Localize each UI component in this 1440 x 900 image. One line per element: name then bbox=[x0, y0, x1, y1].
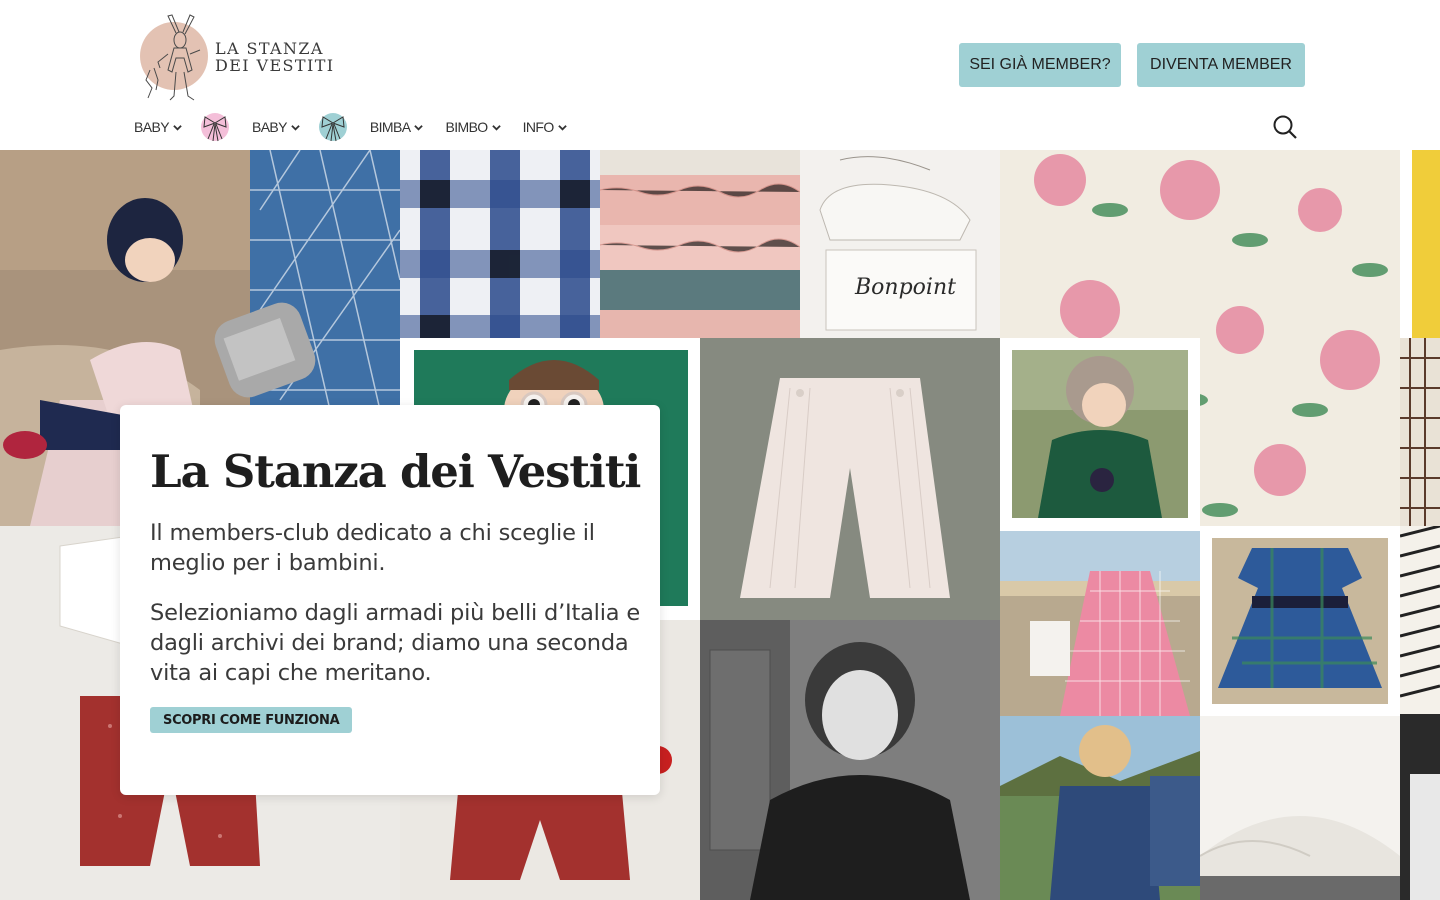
photo-pink-trousers bbox=[700, 338, 1000, 620]
green-coat-child-image bbox=[1012, 350, 1188, 518]
shoes-shape bbox=[819, 156, 977, 331]
member-login-button[interactable]: SEI GIÀ MEMBER? bbox=[959, 43, 1121, 87]
nav-item-baby-girl[interactable]: BABY bbox=[134, 119, 182, 135]
chevron-down-icon bbox=[414, 124, 424, 131]
photo-bonpoint-shoes: Bonpoint bbox=[800, 150, 1000, 338]
hero-card: La Stanza dei Vestiti Il members-club de… bbox=[120, 405, 660, 795]
nav-item-baby-boy[interactable]: BABY bbox=[252, 119, 300, 135]
hero-tagline: Il members-club dedicato a chi sceglie i… bbox=[150, 520, 595, 576]
blue-bow-icon bbox=[318, 113, 347, 142]
photo-yellow-fabric bbox=[1400, 150, 1440, 338]
plaid-dress-image bbox=[1212, 538, 1388, 704]
hero-description: Selezioniamo dagli armadi più belli d’It… bbox=[150, 600, 640, 686]
chevron-down-icon bbox=[173, 124, 182, 131]
chevron-down-icon bbox=[491, 124, 501, 131]
nav-item-label: INFO bbox=[522, 119, 555, 135]
chevron-down-icon bbox=[291, 124, 300, 131]
rabbit-logo-icon bbox=[145, 14, 201, 101]
discover-how-button[interactable]: SCOPRI COME FUNZIONA bbox=[150, 707, 353, 733]
photo-plaid-dress bbox=[1200, 526, 1400, 716]
site-header: LA STANZA DEI VESTITI SEI GIÀ MEMBER? DI… bbox=[0, 0, 1440, 150]
become-member-button[interactable]: DIVENTA MEMBER bbox=[1137, 43, 1305, 87]
brand-logo[interactable]: LA STANZA DEI VESTITI bbox=[138, 10, 358, 104]
photo-green-coat-child bbox=[1000, 338, 1200, 531]
nav-item-label: BIMBO bbox=[445, 119, 488, 135]
nav-item-bimbo[interactable]: BIMBO bbox=[445, 119, 501, 135]
pink-bow-icon bbox=[200, 113, 229, 142]
nav-item-label: BABY bbox=[251, 119, 288, 135]
photo-bw-child bbox=[700, 620, 1000, 900]
nav-item-info[interactable]: INFO bbox=[523, 119, 567, 135]
brand-wordmark: LA STANZA DEI VESTITI bbox=[215, 40, 335, 74]
shoebox-label: Bonpoint bbox=[855, 275, 956, 300]
nav-item-bimba[interactable]: BIMBA bbox=[370, 119, 424, 135]
photo-bw-child-edge bbox=[1400, 714, 1440, 900]
photo-white-collar bbox=[1200, 716, 1400, 900]
brand-line-2: DEI VESTITI bbox=[215, 56, 335, 75]
photo-check-fabric bbox=[1400, 338, 1440, 526]
main-nav: BABY BABY BIMBA BIMBO INFO bbox=[134, 112, 589, 142]
photo-pink-dress-child bbox=[1000, 531, 1200, 716]
nav-item-label: BIMBA bbox=[369, 119, 411, 135]
search-icon[interactable] bbox=[1272, 114, 1298, 140]
photo-blue-plaid bbox=[400, 150, 600, 338]
hero-title: La Stanza dei Vestiti bbox=[150, 445, 641, 498]
photo-smocked-dresses bbox=[600, 150, 800, 338]
chevron-down-icon bbox=[557, 124, 567, 131]
nav-item-label: BABY bbox=[134, 119, 170, 135]
photo-stripe-fabric bbox=[1400, 526, 1440, 714]
photo-overalls-child bbox=[1000, 716, 1200, 900]
brand-line-1: LA STANZA bbox=[215, 39, 324, 58]
